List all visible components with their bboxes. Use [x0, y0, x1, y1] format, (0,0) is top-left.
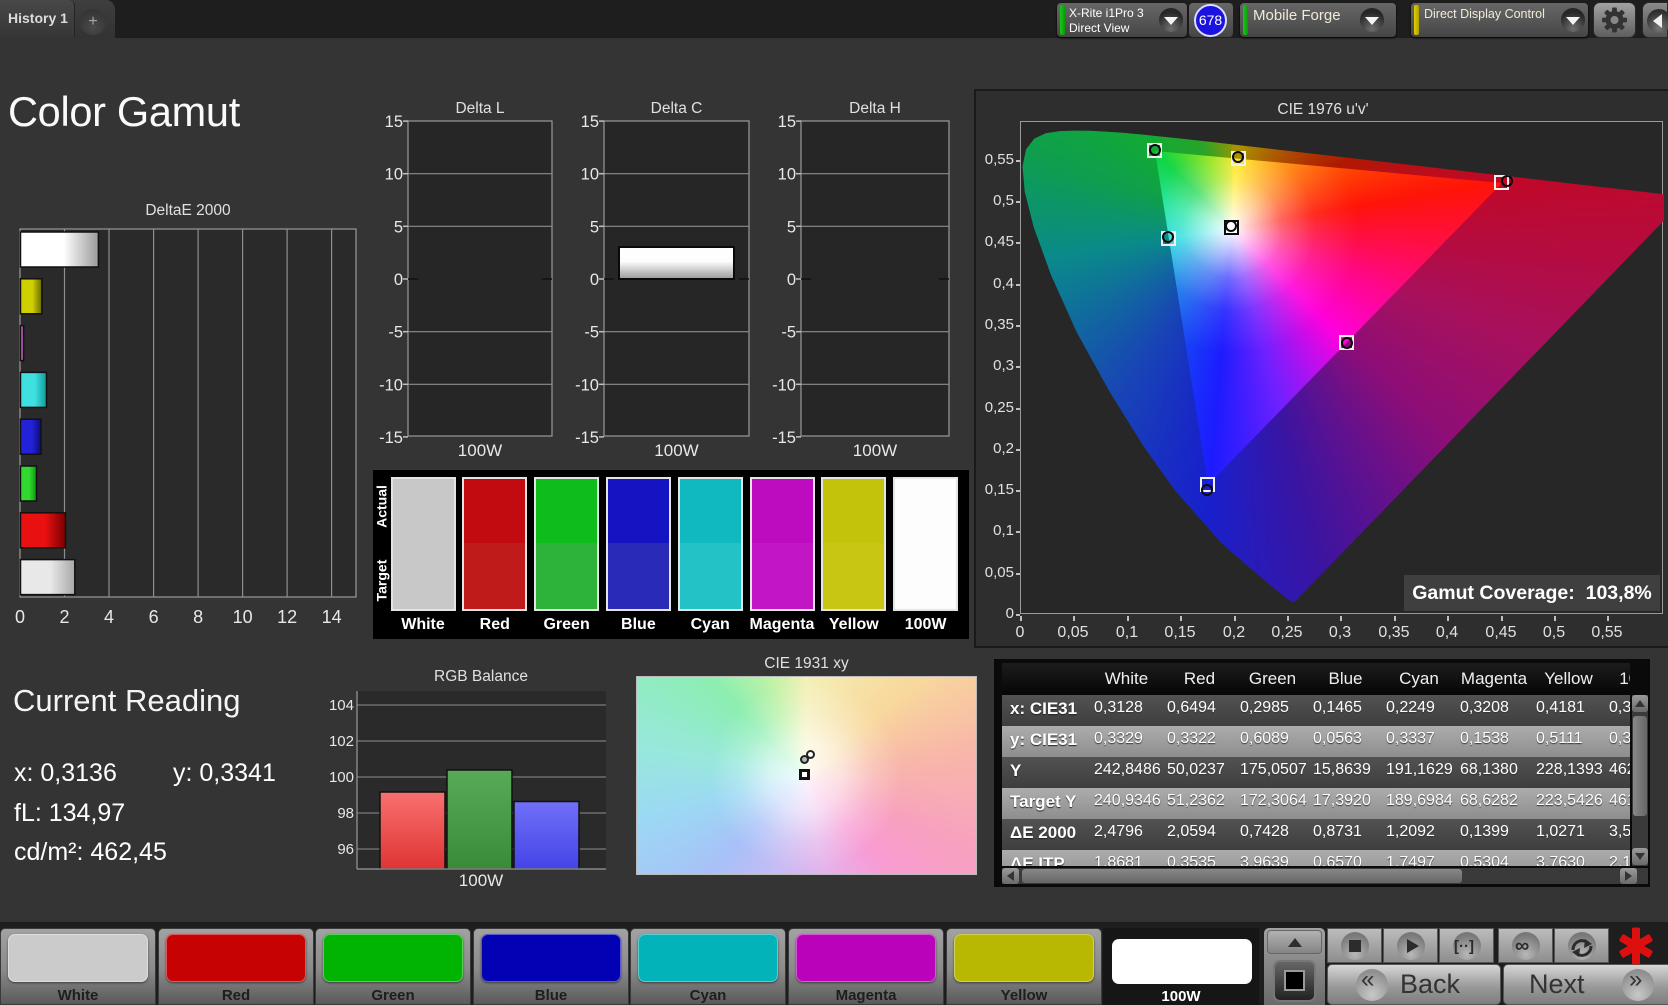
svg-text:-5: -5	[388, 324, 403, 342]
svg-text:104: 104	[329, 697, 354, 714]
svg-text:5: 5	[394, 218, 403, 236]
svg-text:100: 100	[329, 769, 354, 786]
svg-text:Delta H: Delta H	[849, 100, 901, 117]
svg-text:-15: -15	[379, 429, 403, 447]
svg-text:14: 14	[322, 607, 342, 627]
svg-text:RGB Balance: RGB Balance	[434, 668, 528, 685]
svg-text:10: 10	[778, 166, 796, 184]
svg-text:10: 10	[581, 166, 599, 184]
svg-text:8: 8	[193, 607, 203, 627]
svg-text:0: 0	[394, 271, 403, 289]
svg-text:10: 10	[385, 166, 403, 184]
svg-text:15: 15	[581, 113, 599, 131]
svg-text:2: 2	[59, 607, 69, 627]
svg-text:-15: -15	[575, 429, 599, 447]
svg-text:-5: -5	[781, 324, 796, 342]
svg-text:15: 15	[778, 113, 796, 131]
svg-text:100W: 100W	[459, 871, 503, 890]
svg-text:96: 96	[337, 841, 354, 858]
svg-text:5: 5	[590, 218, 599, 236]
svg-text:-5: -5	[584, 324, 599, 342]
svg-text:0: 0	[590, 271, 599, 289]
svg-text:102: 102	[329, 733, 354, 750]
svg-text:-10: -10	[575, 376, 599, 394]
svg-text:-10: -10	[379, 376, 403, 394]
svg-text:0: 0	[787, 271, 796, 289]
svg-text:DeltaE 2000: DeltaE 2000	[145, 202, 231, 219]
svg-text:100W: 100W	[654, 441, 698, 460]
svg-text:0: 0	[15, 607, 25, 627]
svg-text:100W: 100W	[458, 441, 502, 460]
svg-text:98: 98	[337, 805, 354, 822]
svg-text:-15: -15	[772, 429, 796, 447]
svg-text:6: 6	[149, 607, 159, 627]
svg-text:10: 10	[233, 607, 253, 627]
svg-text:Delta L: Delta L	[455, 100, 504, 117]
svg-text:5: 5	[787, 218, 796, 236]
svg-text:12: 12	[277, 607, 297, 627]
svg-text:-10: -10	[772, 376, 796, 394]
svg-text:15: 15	[385, 113, 403, 131]
svg-text:Delta C: Delta C	[651, 100, 703, 117]
svg-text:100W: 100W	[853, 441, 897, 460]
svg-text:4: 4	[104, 607, 114, 627]
